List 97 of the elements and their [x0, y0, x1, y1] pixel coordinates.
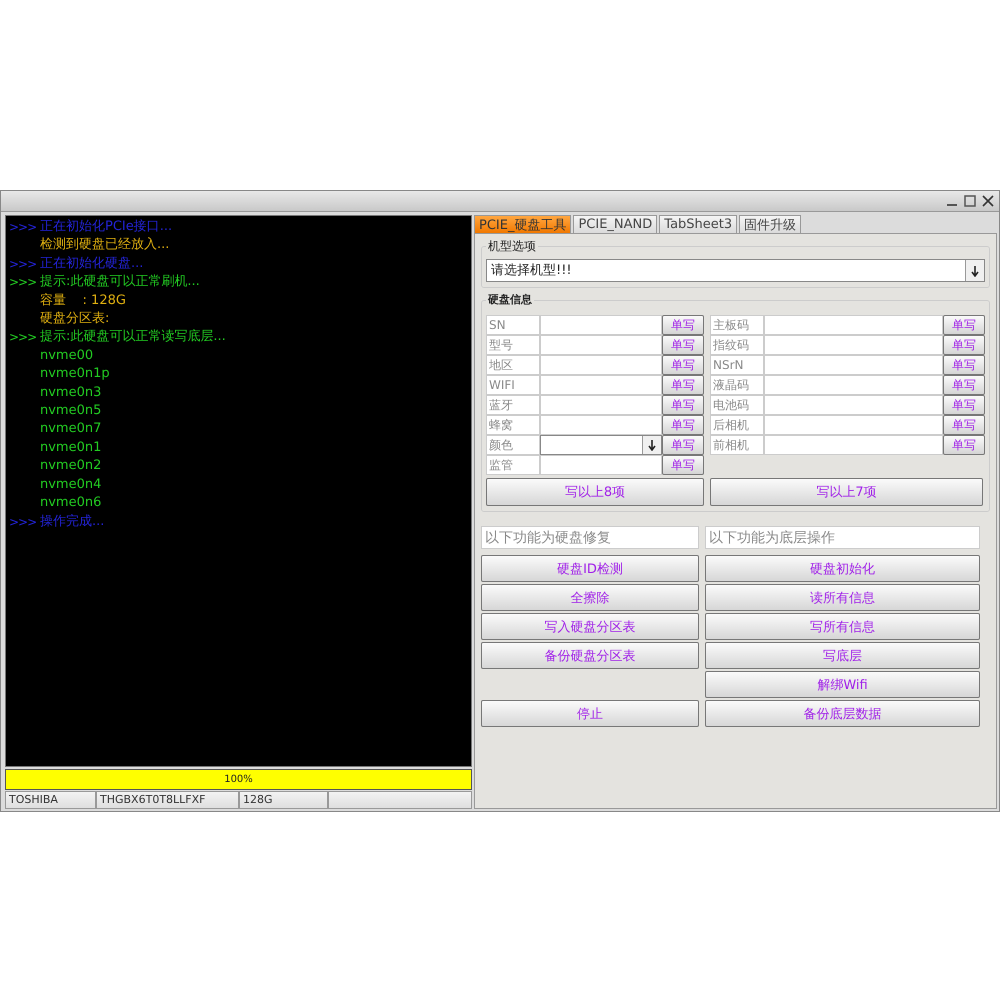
- log-line: 提示:此硬盘可以正常刷机...: [40, 273, 200, 292]
- input-field[interactable]: [764, 335, 943, 355]
- prompt-marker: >>>: [9, 329, 38, 346]
- log-line: nvme0n7: [40, 420, 102, 438]
- action-button[interactable]: 解绑Wifi: [705, 671, 980, 698]
- log-line: 硬盘分区表:: [40, 310, 110, 328]
- input-field[interactable]: [540, 415, 662, 435]
- action-button[interactable]: 硬盘ID检测: [481, 555, 699, 582]
- field-label: 监管: [486, 455, 540, 475]
- write-button[interactable]: 单写: [943, 435, 985, 455]
- input-field[interactable]: [764, 435, 943, 455]
- write-all-button[interactable]: 写以上8项: [486, 478, 704, 506]
- field-label: NSrN: [710, 355, 764, 375]
- write-button[interactable]: 单写: [943, 335, 985, 355]
- tab[interactable]: PCIE_硬盘工具: [474, 215, 572, 233]
- section-field[interactable]: 以下功能为硬盘修复: [481, 526, 699, 549]
- field-label: 指纹码: [710, 335, 764, 355]
- log-line: 正在初始化硬盘...: [40, 254, 144, 273]
- action-button[interactable]: 备份硬盘分区表: [481, 642, 699, 669]
- action-button[interactable]: 写所有信息: [705, 613, 980, 640]
- tab[interactable]: TabSheet3: [659, 215, 738, 233]
- status-cell: THGBX6T0T8LLFXF: [96, 791, 239, 809]
- input-field[interactable]: [764, 315, 943, 335]
- action-button[interactable]: 写底层: [705, 642, 980, 669]
- field-label: 后相机: [710, 415, 764, 435]
- field-label: 蜂窝: [486, 415, 540, 435]
- log-line: 正在初始化PCIe接口...: [40, 218, 172, 236]
- write-button[interactable]: 单写: [943, 315, 985, 335]
- field-label: 地区: [486, 355, 540, 375]
- prompt-marker: >>>: [9, 514, 38, 530]
- log-line: nvme0n1: [40, 438, 102, 457]
- log-line: 容量 : 128G: [40, 292, 126, 310]
- log-line: nvme0n6: [40, 494, 102, 512]
- action-button[interactable]: 写入硬盘分区表: [481, 613, 699, 640]
- input-field[interactable]: [540, 355, 662, 375]
- write-button[interactable]: 单写: [662, 435, 704, 455]
- input-field[interactable]: [540, 395, 662, 415]
- log-line: nvme0n3: [40, 384, 102, 402]
- field-label: WIFI: [486, 375, 540, 395]
- log-line: 操作完成...: [40, 512, 104, 530]
- log-line: 检测到硬盘已经放入...: [40, 236, 170, 254]
- action-button[interactable]: 硬盘初始化: [705, 555, 980, 582]
- input-field[interactable]: [764, 415, 943, 435]
- write-button[interactable]: 单写: [662, 355, 704, 375]
- log-line: nvme0n4: [40, 476, 102, 494]
- down-arrow-icon: [970, 264, 980, 276]
- status-cell: 128G: [239, 791, 328, 809]
- write-button[interactable]: 单写: [662, 315, 704, 335]
- tab[interactable]: 固件升级: [739, 215, 802, 233]
- field-label: 液晶码: [710, 375, 764, 395]
- field-label: 颜色: [486, 435, 540, 455]
- prompt-marker: >>>: [9, 274, 38, 292]
- group-title: 硬盘信息: [486, 292, 534, 307]
- write-button[interactable]: 单写: [662, 455, 704, 475]
- down-arrow-icon: [647, 439, 657, 451]
- close-icon[interactable]: [981, 194, 995, 208]
- prompt-marker: >>>: [9, 219, 38, 236]
- log-line: nvme0n5: [40, 402, 102, 420]
- write-button[interactable]: 单写: [662, 395, 704, 415]
- stop-button[interactable]: 停止: [481, 700, 699, 727]
- log-line: 提示:此硬盘可以正常读写底层...: [40, 328, 226, 346]
- write-button[interactable]: 单写: [662, 335, 704, 355]
- color-dropdown[interactable]: [540, 435, 662, 455]
- input-field[interactable]: [764, 395, 943, 415]
- log-line: nvme0n2: [40, 457, 102, 476]
- action-button[interactable]: 备份底层数据: [705, 700, 980, 727]
- tab[interactable]: PCIE_NAND: [573, 215, 658, 233]
- write-button[interactable]: 单写: [662, 375, 704, 395]
- prompt-marker: >>>: [9, 256, 38, 273]
- input-field[interactable]: [764, 375, 943, 395]
- log-line: nvme0n1p: [40, 365, 110, 384]
- model-dropdown[interactable]: 请选择机型!!!: [486, 259, 985, 282]
- field-label: 主板码: [710, 315, 764, 335]
- write-button[interactable]: 单写: [943, 395, 985, 415]
- progress-label: 100%: [223, 773, 254, 787]
- write-button[interactable]: 单写: [943, 355, 985, 375]
- write-button[interactable]: 单写: [943, 415, 985, 435]
- write-all-button[interactable]: 写以上7项: [710, 478, 983, 506]
- status-cell: TOSHIBA: [5, 791, 96, 809]
- input-field[interactable]: [540, 315, 662, 335]
- field-label: SN: [486, 315, 540, 335]
- input-field[interactable]: [540, 335, 662, 355]
- action-button[interactable]: 读所有信息: [705, 584, 980, 611]
- field-label: 蓝牙: [486, 395, 540, 415]
- input-field[interactable]: [540, 455, 662, 475]
- field-label: 型号: [486, 335, 540, 355]
- action-button[interactable]: 全擦除: [481, 584, 699, 611]
- maximize-icon[interactable]: [963, 194, 977, 208]
- field-label: 前相机: [710, 435, 764, 455]
- log-line: nvme00: [40, 346, 94, 365]
- section-field[interactable]: 以下功能为底层操作: [705, 526, 980, 549]
- write-button[interactable]: 单写: [662, 415, 704, 435]
- input-field[interactable]: [764, 355, 943, 375]
- group-title: 机型选项: [486, 238, 538, 255]
- write-button[interactable]: 单写: [943, 375, 985, 395]
- input-field[interactable]: [540, 375, 662, 395]
- field-label: 电池码: [710, 395, 764, 415]
